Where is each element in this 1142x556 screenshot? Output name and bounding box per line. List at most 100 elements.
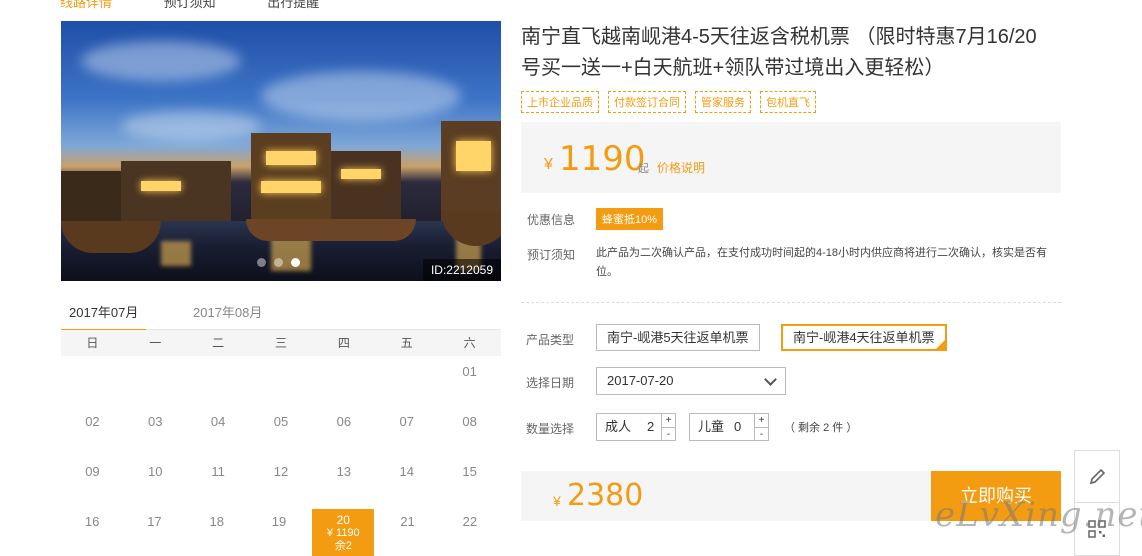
adult-quantity-stepper[interactable]: 成人 2 + - bbox=[596, 413, 676, 441]
price-amount: 1190 bbox=[559, 139, 646, 179]
feature-tags: 上市企业品质 付款签订合同 管家服务 包机直飞 bbox=[521, 91, 816, 113]
calendar-day[interactable]: 13 bbox=[312, 456, 375, 506]
pencil-icon bbox=[1089, 468, 1106, 484]
booking-notice-text: 此产品为二次确认产品，在支付成功时间起的4-18小时内供应商将进行二次确认，核实… bbox=[596, 247, 1048, 278]
child-count[interactable]: 0 bbox=[734, 414, 741, 440]
nav-item[interactable]: 线路详情 bbox=[60, 0, 112, 10]
product-type-option-5day[interactable]: 南宁-岘港5天往返单机票 bbox=[596, 324, 760, 351]
top-nav: 线路详情 预订须知 出行提醒 bbox=[60, 0, 367, 10]
site-watermark: eLvXing.net bbox=[935, 495, 1142, 535]
calendar-day-selected[interactable]: 20 ¥ 1190 余2 bbox=[312, 509, 375, 556]
calendar-day[interactable]: 12 bbox=[250, 456, 313, 506]
calendar-day[interactable]: 03 bbox=[124, 406, 187, 456]
calendar-day[interactable]: 19 bbox=[248, 506, 310, 556]
day-number: 20 bbox=[336, 513, 350, 527]
decrement-button[interactable]: - bbox=[662, 428, 675, 441]
weekday: 一 bbox=[149, 336, 162, 350]
calendar-day[interactable]: 15 bbox=[438, 456, 501, 506]
discount-badge: 蜂蜜抵10% bbox=[596, 208, 664, 230]
weekday: 二 bbox=[212, 336, 225, 350]
carousel-dot[interactable] bbox=[274, 258, 283, 267]
feature-tag: 包机直飞 bbox=[760, 91, 816, 113]
calendar-week-row: 01 bbox=[61, 356, 501, 406]
decrement-button[interactable]: - bbox=[755, 428, 768, 441]
calendar-day[interactable]: 08 bbox=[438, 406, 501, 456]
notice-label: 预订须知 bbox=[527, 248, 576, 262]
date-select[interactable]: 2017-07-20 bbox=[596, 367, 786, 395]
option-label: 南宁-岘港4天往返单机票 bbox=[793, 330, 935, 345]
weekday: 日 bbox=[86, 336, 99, 350]
calendar-day[interactable]: 14 bbox=[375, 456, 438, 506]
weekday: 四 bbox=[337, 336, 350, 350]
calendar-empty-cell bbox=[375, 356, 438, 406]
weekday: 三 bbox=[275, 336, 288, 350]
photo-id-label: ID:2212059 bbox=[422, 259, 501, 281]
calendar-grid: 01 02 03 04 05 06 07 08 09 10 11 12 13 14 15 16 17 18 19 20… bbox=[61, 356, 501, 556]
total-amount: 2380 bbox=[567, 478, 644, 513]
calendar-day[interactable]: 16 bbox=[61, 506, 123, 556]
calendar-empty-cell bbox=[61, 356, 124, 406]
product-title: 南宁直飞越南岘港4-5天往返含税机票 （限时特惠7月16/20号买一送一+白天航… bbox=[521, 26, 1037, 79]
price-suffix: 起 bbox=[638, 163, 649, 175]
calendar-week-row: 02 03 04 05 06 07 08 bbox=[61, 406, 501, 456]
currency-symbol: ¥ bbox=[553, 493, 561, 509]
calendar-day[interactable]: 22 bbox=[439, 506, 501, 556]
feature-tag: 付款签订合同 bbox=[608, 91, 686, 113]
calendar-month-tabs: 2017年07月 2017年08月 bbox=[61, 296, 501, 332]
date-select-label: 选择日期 bbox=[526, 376, 575, 390]
adult-label: 成人 bbox=[605, 419, 632, 434]
selected-corner-icon bbox=[935, 340, 945, 349]
feature-tag: 上市企业品质 bbox=[521, 91, 599, 113]
discount-label: 优惠信息 bbox=[527, 213, 576, 227]
calendar-weekday-header: 日 一 二 三 四 五 六 bbox=[61, 330, 501, 356]
calendar-day[interactable]: 05 bbox=[250, 406, 313, 456]
tab-month-august[interactable]: 2017年08月 bbox=[185, 302, 270, 329]
calendar-day[interactable]: 01 bbox=[438, 356, 501, 406]
stepper-controls: + - bbox=[754, 414, 768, 440]
calendar-day[interactable]: 17 bbox=[123, 506, 185, 556]
calendar-day[interactable]: 02 bbox=[61, 406, 124, 456]
remaining-stock: （ 剩余 2 件 ） bbox=[784, 422, 858, 434]
nav-item[interactable]: 出行提醒 bbox=[267, 0, 319, 10]
calendar-day[interactable]: 11 bbox=[187, 456, 250, 506]
date-value: 2017-07-20 bbox=[607, 373, 674, 388]
increment-button[interactable]: + bbox=[662, 414, 675, 428]
weekday: 六 bbox=[463, 336, 476, 350]
calendar-empty-cell bbox=[250, 356, 313, 406]
calendar-day[interactable]: 10 bbox=[124, 456, 187, 506]
currency-symbol: ¥ bbox=[544, 156, 553, 173]
divider bbox=[521, 302, 1061, 303]
option-label: 南宁-岘港5天往返单机票 bbox=[607, 330, 749, 345]
carousel-dot[interactable] bbox=[257, 258, 266, 267]
carousel-dots bbox=[257, 258, 300, 267]
price-box: ¥ 1190 起 价格说明 bbox=[521, 122, 1061, 193]
calendar-day[interactable]: 06 bbox=[312, 406, 375, 456]
product-photo[interactable]: ID:2212059 bbox=[61, 21, 501, 281]
nav-item[interactable]: 预订须知 bbox=[164, 0, 216, 10]
product-type-label: 产品类型 bbox=[526, 333, 575, 347]
calendar-day[interactable]: 09 bbox=[61, 456, 124, 506]
child-quantity-stepper[interactable]: 儿童 0 + - bbox=[689, 413, 769, 441]
increment-button[interactable]: + bbox=[755, 414, 768, 428]
calendar-day[interactable]: 18 bbox=[186, 506, 248, 556]
chevron-down-icon bbox=[764, 373, 777, 386]
calendar-empty-cell bbox=[187, 356, 250, 406]
calendar-day[interactable]: 07 bbox=[375, 406, 438, 456]
calendar-empty-cell bbox=[312, 356, 375, 406]
calendar-week-row: 16 17 18 19 20 ¥ 1190 余2 21 22 bbox=[61, 506, 501, 556]
stepper-controls: + - bbox=[661, 414, 675, 440]
tab-month-july[interactable]: 2017年07月 bbox=[61, 302, 147, 332]
day-price: ¥ 1190 bbox=[326, 527, 360, 539]
weekday: 五 bbox=[400, 336, 413, 350]
adult-count[interactable]: 2 bbox=[647, 414, 654, 440]
feature-tag: 管家服务 bbox=[695, 91, 751, 113]
calendar-week-row: 09 10 11 12 13 14 15 bbox=[61, 456, 501, 506]
child-label: 儿童 bbox=[698, 419, 725, 434]
day-stock: 余2 bbox=[334, 540, 352, 552]
product-type-option-4day[interactable]: 南宁-岘港4天往返单机票 bbox=[781, 324, 947, 351]
calendar-day[interactable]: 04 bbox=[187, 406, 250, 456]
price-explanation-link[interactable]: 价格说明 bbox=[657, 159, 705, 176]
carousel-dot-active[interactable] bbox=[291, 258, 300, 267]
calendar-day[interactable]: 21 bbox=[376, 506, 438, 556]
calendar-empty-cell bbox=[124, 356, 187, 406]
